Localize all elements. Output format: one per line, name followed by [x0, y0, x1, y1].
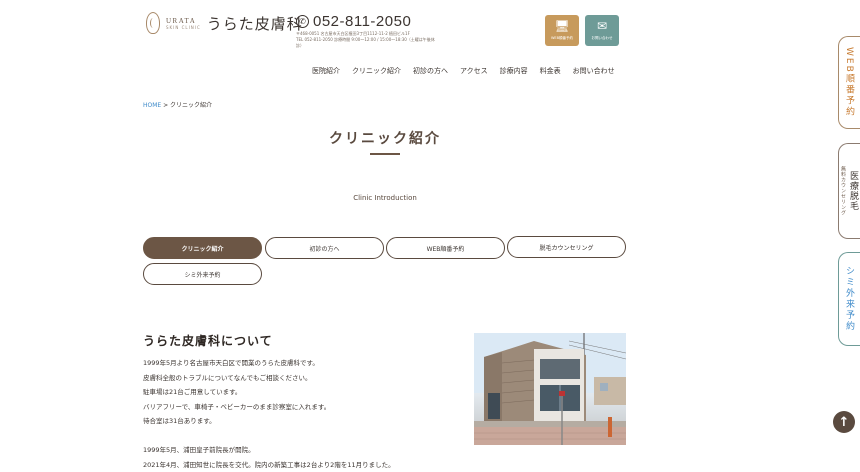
tab-web-reservation[interactable]: WEB順番予約	[386, 237, 505, 259]
building-illustration	[474, 333, 626, 445]
logo-sub: SKIN CLINIC	[166, 24, 201, 30]
side-tab-web-reservation[interactable]: WEB順番予約	[838, 36, 860, 129]
breadcrumb-home-link[interactable]: HOME	[143, 102, 161, 109]
arrow-up-icon: ↑	[838, 414, 850, 430]
page-top-button[interactable]: ↑	[833, 411, 855, 433]
page-subtitle-en: Clinic Introduction	[353, 194, 417, 202]
logo-text-en: URATA SKIN CLINIC	[166, 17, 201, 30]
phone-row[interactable]: ✆ 052-811-2050	[296, 13, 436, 30]
global-nav: 医院紹介 クリニック紹介 初診の方へ アクセス 診療内容 料金表 お問い合わせ	[312, 66, 627, 76]
web-reservation-button[interactable]: 🖥 WEB順番予約	[545, 15, 579, 46]
nav-item-doctor[interactable]: 医院紹介	[312, 66, 340, 76]
nav-item-treatment[interactable]: 診療内容	[500, 66, 528, 76]
breadcrumb-current: クリニック紹介	[170, 102, 213, 109]
address-line: TEL 052-811-2050 診療時間 9:00〜12:00 / 15:00…	[296, 37, 435, 48]
nav-item-price[interactable]: 料金表	[540, 66, 561, 76]
body-line: バリアフリーで、車椅子・ベビーカーのまま診察室に入れます。	[143, 402, 331, 411]
side-tab-web-label: WEB順番予約	[844, 47, 854, 118]
body-line: 皮膚科全般のトラブルについてなんでもご相談ください。	[143, 373, 312, 382]
nav-item-clinic[interactable]: クリニック紹介	[352, 66, 401, 76]
logo-jp: うらた皮膚科	[206, 14, 303, 33]
body-line: 駐車場は21台ご用意しています。	[143, 388, 242, 396]
body-line: 1999年5月、浦田皇子前院長が開院。	[143, 446, 255, 454]
tab-clinic-intro[interactable]: クリニック紹介	[143, 237, 262, 259]
clinic-building-photo	[474, 333, 626, 445]
body-line: 2021年4月、浦田知世に院長を交代。院内の新築工事は2台より2階を11月りまし…	[143, 460, 395, 469]
nav-item-access[interactable]: アクセス	[460, 66, 488, 76]
logo-mark-icon	[146, 12, 160, 34]
breadcrumb: HOME > クリニック紹介	[143, 100, 212, 109]
contact-label: お問い合わせ	[591, 36, 613, 40]
nav-item-first-visit[interactable]: 初診の方へ	[413, 66, 448, 76]
body-line: 1999年5月より名古屋市天白区で開業のうらた皮膚科です。	[143, 359, 319, 367]
side-tab-hair-removal[interactable]: 無料カウンセリング 医療脱毛	[838, 143, 860, 239]
mail-icon: ✉	[596, 19, 608, 33]
contact-button[interactable]: ✉ お問い合わせ	[585, 15, 619, 46]
phone-number[interactable]: 052-811-2050	[313, 13, 411, 30]
tab-shimi-reservation[interactable]: シミ外来予約	[143, 263, 262, 285]
page-title: クリニック紹介	[329, 131, 441, 147]
section-title: うらた皮膚科について	[143, 334, 273, 348]
section-body: 1999年5月より名古屋市天白区で開業のうらた皮膚科です。 皮膚科全般のトラブル…	[143, 356, 443, 472]
title-underline	[370, 153, 400, 155]
side-tab-shimi-label: シミ外来予約	[844, 266, 854, 332]
nav-item-contact[interactable]: お問い合わせ	[573, 66, 615, 76]
body-line: 待合室は31台あります。	[143, 417, 216, 425]
logo-en: URATA	[166, 16, 197, 25]
monitor-icon: 🖥	[554, 19, 570, 33]
clinic-logo[interactable]: URATA SKIN CLINIC うらた皮膚科	[146, 12, 303, 34]
side-tab-hair-small-label: 無料カウンセリング	[840, 166, 846, 216]
side-tab-shimi-reservation[interactable]: シミ外来予約	[838, 252, 860, 346]
tab-hair-counseling[interactable]: 脱毛カウンセリング	[507, 236, 626, 258]
address-text: 〒468-0051 名古屋市天白区植田3丁目1112-11-2 植田ビル1F T…	[296, 31, 436, 49]
tab-first-visit[interactable]: 初診の方へ	[265, 237, 384, 259]
phone-block: ✆ 052-811-2050 〒468-0051 名古屋市天白区植田3丁目111…	[296, 13, 436, 49]
breadcrumb-separator: >	[161, 102, 171, 109]
web-reservation-label: WEB順番予約	[550, 36, 574, 40]
side-tab-hair-big-label: 医療脱毛	[848, 171, 858, 211]
phone-icon: ✆	[296, 15, 309, 28]
